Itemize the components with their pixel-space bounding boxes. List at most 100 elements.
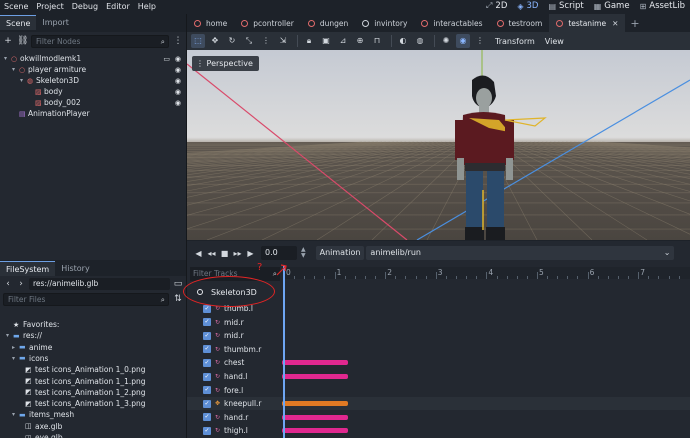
filesystem-item[interactable]: ▾ ▬ items_mesh xyxy=(0,409,186,420)
scale-tool-icon[interactable]: ⤡ xyxy=(242,34,256,48)
sort-icon[interactable]: ⇅ xyxy=(173,294,183,304)
environment-settings-icon[interactable]: ◉ xyxy=(456,34,470,48)
tab-filesystem[interactable]: FileSystem xyxy=(0,261,56,276)
move-tool-icon[interactable]: ✥ xyxy=(208,34,222,48)
new-scene-tab-button[interactable]: + xyxy=(625,14,644,32)
track-enabled-checkbox[interactable]: ✓ xyxy=(203,358,211,367)
tab-import[interactable]: Import xyxy=(36,15,75,30)
open-scene-icon[interactable]: ▭ xyxy=(163,55,170,63)
ruler-icon[interactable]: ⊿ xyxy=(336,34,350,48)
close-icon[interactable]: ✕ xyxy=(612,19,618,28)
workspace-assetlib-button[interactable]: ⊞ AssetLib xyxy=(635,1,690,11)
play-backwards-from-end-icon[interactable]: ◀ xyxy=(192,249,205,258)
menu-debug[interactable]: Debug xyxy=(68,2,102,11)
track-keyframes[interactable] xyxy=(282,401,348,407)
menu-scene[interactable]: Scene xyxy=(0,2,32,11)
visibility-eye-icon[interactable]: ◉ xyxy=(175,77,181,85)
track-keyframes[interactable] xyxy=(282,428,348,434)
scene-tree-item[interactable]: ▤ AnimationPlayer xyxy=(0,108,186,119)
track-keyframes[interactable] xyxy=(282,360,348,366)
scene-tab-home[interactable]: home xyxy=(187,14,234,32)
menu-editor[interactable]: Editor xyxy=(102,2,134,11)
track-enabled-checkbox[interactable]: ✓ xyxy=(203,399,211,408)
track-keyframes[interactable] xyxy=(282,414,348,420)
filesystem-item[interactable]: ▾ ▬ icons xyxy=(0,353,186,364)
visibility-eye-icon[interactable]: ◉ xyxy=(175,88,181,96)
animation-menu-button[interactable]: Animation xyxy=(315,246,365,260)
expand-arrow-icon[interactable]: ▾ xyxy=(20,77,27,84)
track-enabled-checkbox[interactable]: ✓ xyxy=(203,318,211,327)
timeline-playhead[interactable] xyxy=(283,265,285,438)
expand-arrow-icon[interactable]: ▾ xyxy=(4,55,11,62)
select-tool-icon[interactable]: ⬚ xyxy=(191,34,205,48)
workspace-3d-button[interactable]: ◈ 3D xyxy=(512,1,543,11)
filesystem-path-field[interactable]: res://animelib.glb xyxy=(29,278,170,290)
menu-help[interactable]: Help xyxy=(134,2,160,11)
filter-files-input[interactable]: Filter Files ⌕ xyxy=(3,292,169,306)
animation-track[interactable]: ✓ ✥ kneepull.r xyxy=(187,397,690,411)
tab-scene[interactable]: Scene xyxy=(0,15,37,30)
animation-track[interactable]: ✓ ↻ hand.r xyxy=(187,411,690,424)
track-enabled-checkbox[interactable]: ✓ xyxy=(203,372,211,381)
animation-track[interactable]: ✓ ↻ thumb.l xyxy=(187,302,690,315)
group-icon[interactable]: ▣ xyxy=(319,34,333,48)
track-enabled-checkbox[interactable]: ✓ xyxy=(203,426,211,435)
3d-viewport[interactable]: ⋮ Perspective xyxy=(187,50,690,240)
transform-menu[interactable]: Transform xyxy=(495,37,535,46)
workspace-game-button[interactable]: ▦ Game xyxy=(589,1,635,11)
stop-icon[interactable]: ■ xyxy=(218,249,231,258)
filesystem-item[interactable]: ◩ test icons_Animation 1_2.png xyxy=(0,387,186,398)
selectable-tool-icon[interactable]: ⋮ xyxy=(259,34,273,48)
filesystem-item[interactable]: ◩ test icons_Animation 1_0.png xyxy=(0,364,186,375)
play-from-start-icon[interactable]: ▸▸ xyxy=(231,249,244,258)
expand-arrow-icon[interactable]: ▸ xyxy=(12,344,19,351)
filesystem-item[interactable]: ◫ axe.glb xyxy=(0,421,186,432)
split-view-icon[interactable]: ▭ xyxy=(173,279,183,289)
expand-arrow-icon[interactable]: ▾ xyxy=(6,332,13,339)
workspace-script-button[interactable]: ▤ Script xyxy=(543,1,588,11)
filesystem-item[interactable]: ◩ test icons_Animation 1_1.png xyxy=(0,376,186,387)
preview-sun-icon[interactable]: ◐ xyxy=(396,34,410,48)
expand-arrow-icon[interactable]: ▾ xyxy=(12,355,19,362)
filesystem-item[interactable]: ◩ test icons_Animation 1_3.png xyxy=(0,398,186,409)
link-icon[interactable]: ⛓ xyxy=(17,36,28,46)
track-enabled-checkbox[interactable]: ✓ xyxy=(203,345,211,354)
forward-icon[interactable]: › xyxy=(16,279,26,289)
scene-tab-testanime[interactable]: testanime ✕ xyxy=(549,14,626,32)
animation-track[interactable]: ✓ ↻ thigh.l xyxy=(187,424,690,437)
scene-tree-item[interactable]: ▨ body_002 ◉ xyxy=(0,97,186,108)
perspective-menu-button[interactable]: ⋮ Perspective xyxy=(192,56,259,71)
scene-tab-interactables[interactable]: interactables xyxy=(414,14,489,32)
track-enabled-checkbox[interactable]: ✓ xyxy=(203,386,211,395)
menu-dots-icon[interactable]: ⋮ xyxy=(173,36,183,46)
filesystem-item[interactable]: ◫ eye.glb xyxy=(0,432,186,438)
scene-tree-item[interactable]: ▾ ◍ Skeleton3D ◉ xyxy=(0,75,186,86)
scene-tab-pcontroller[interactable]: pcontroller xyxy=(234,14,301,32)
animation-select[interactable]: animelib/run ⌄ xyxy=(366,246,675,260)
add-node-icon[interactable]: + xyxy=(3,36,13,46)
visibility-eye-icon[interactable]: ◉ xyxy=(175,66,181,74)
expand-arrow-icon[interactable]: ▾ xyxy=(12,411,19,418)
track-keyframes[interactable] xyxy=(282,374,348,379)
local-space-icon[interactable]: ⊕ xyxy=(353,34,367,48)
scene-tree-item[interactable]: ▨ body ◉ xyxy=(0,86,186,97)
filesystem-item[interactable]: ▾ ▬ res:// xyxy=(0,330,186,341)
rotate-tool-icon[interactable]: ↻ xyxy=(225,34,239,48)
preview-environment-icon[interactable]: ◍ xyxy=(413,34,427,48)
sun-settings-icon[interactable]: ✺ xyxy=(439,34,453,48)
tab-history[interactable]: History xyxy=(55,261,95,276)
time-spinner-icon[interactable]: ▲ ▼ xyxy=(301,247,306,259)
animation-time-field[interactable]: 0.0 xyxy=(261,246,297,260)
list-select-icon[interactable]: ⇲ xyxy=(276,34,290,48)
track-enabled-checkbox[interactable]: ✓ xyxy=(203,331,211,340)
scene-tab-dungen[interactable]: dungen xyxy=(301,14,355,32)
more-icon[interactable]: ⋮ xyxy=(473,34,487,48)
scene-tab-invintory[interactable]: invintory xyxy=(355,14,414,32)
play-backwards-icon[interactable]: ◂◂ xyxy=(205,249,218,258)
visibility-eye-icon[interactable]: ◉ xyxy=(175,55,181,63)
scene-tree-item[interactable]: ▾ ○ okwillmodlemk1 ▭ ◉ xyxy=(0,53,186,64)
animation-track[interactable]: ✓ ↻ thumbm.r xyxy=(187,343,690,356)
filesystem-item[interactable]: ★ Favorites: xyxy=(0,319,186,330)
scene-tree-item[interactable]: ▾ ○ player armiture ◉ xyxy=(0,64,186,75)
animation-track[interactable]: ✓ ↻ mid.r xyxy=(187,316,690,329)
